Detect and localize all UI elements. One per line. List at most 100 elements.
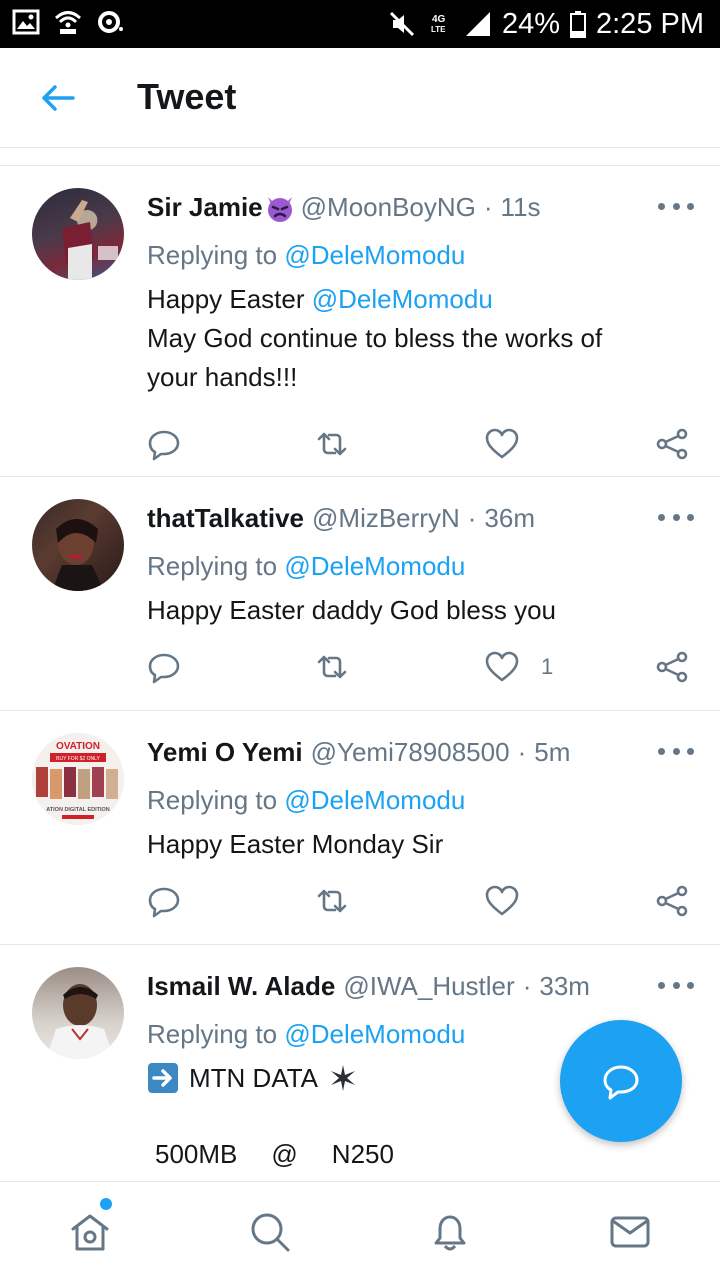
- compose-reply-button[interactable]: [560, 1020, 682, 1142]
- reply-icon: [148, 887, 180, 918]
- more-options-button[interactable]: [658, 741, 694, 761]
- notifications-icon: [434, 1215, 466, 1251]
- tweet-text-segment: Happy Easter: [147, 284, 312, 314]
- replying-to-label: Replying to: [147, 240, 285, 270]
- right-arrow-emoji: [148, 1063, 178, 1093]
- replying-to-mention[interactable]: @DeleMomodu: [284, 240, 465, 270]
- replying-to-mention[interactable]: @DeleMomodu: [284, 785, 465, 815]
- home-icon: [71, 1214, 109, 1251]
- display-name[interactable]: Yemi O Yemi: [147, 737, 303, 768]
- retweet-button[interactable]: [315, 424, 349, 464]
- more-options-button[interactable]: [658, 975, 694, 995]
- share-icon: [656, 428, 688, 460]
- separator-dot: ·: [517, 737, 527, 767]
- heart-icon: [485, 428, 519, 459]
- nav-notifications[interactable]: [428, 1210, 472, 1254]
- avatar-brand-text: OVATION: [56, 741, 100, 752]
- tweet[interactable]: OVATION BUY FOR $2 ONLY ATION DIGITAL ED…: [0, 711, 720, 945]
- like-button[interactable]: [485, 424, 541, 464]
- avatar-photo: [46, 984, 114, 1059]
- nav-home[interactable]: [68, 1210, 112, 1254]
- more-dot-icon: [687, 747, 694, 755]
- retweet-button[interactable]: [315, 881, 349, 921]
- share-icon: [656, 651, 688, 683]
- share-button[interactable]: [655, 881, 689, 921]
- user-handle[interactable]: @MizBerryN: [312, 503, 460, 534]
- avatar[interactable]: [32, 967, 124, 1059]
- avatar-photo: [62, 200, 118, 280]
- more-dot-icon: [672, 981, 680, 989]
- home-notification-dot: [100, 1198, 112, 1210]
- avatar[interactable]: [32, 499, 124, 591]
- replying-to-label: Replying to: [147, 551, 285, 581]
- nav-search[interactable]: [248, 1210, 292, 1254]
- feed-top-divider: [0, 148, 720, 166]
- user-handle[interactable]: @MoonBoyNG: [301, 192, 476, 223]
- angry-devil-emoji: [267, 196, 292, 222]
- tweet[interactable]: Sir Jamie @MoonBoyNG · 11s Replying to @…: [0, 166, 720, 477]
- separator-dot: ·: [483, 192, 493, 222]
- more-dot-icon: [658, 747, 665, 755]
- retweet-icon: [317, 889, 347, 913]
- gallery-icon: [12, 9, 40, 35]
- back-button[interactable]: [36, 78, 80, 118]
- user-handle[interactable]: @IWA_Hustler: [343, 971, 514, 1002]
- tweet-header: Ismail W. Alade @IWA_Hustler · 33m: [147, 971, 590, 1002]
- replying-to-label: Replying to: [147, 1019, 285, 1049]
- timestamp: 36m: [484, 503, 535, 533]
- timestamp: 33m: [539, 971, 590, 1001]
- nav-messages[interactable]: [608, 1210, 652, 1254]
- replying-to-mention[interactable]: @DeleMomodu: [284, 1019, 465, 1049]
- mute-icon: [389, 11, 415, 37]
- separator-dot: ·: [522, 971, 532, 1001]
- page-title: Tweet: [137, 76, 237, 117]
- more-dot-icon: [658, 202, 665, 210]
- signal-icon: [465, 12, 490, 36]
- user-handle[interactable]: @Yemi78908500: [311, 737, 510, 768]
- reply-button[interactable]: [147, 881, 181, 921]
- status-bar-right: 4G LTE 24% 2:25 PM: [388, 0, 704, 48]
- avatar[interactable]: OVATION BUY FOR $2 ONLY ATION DIGITAL ED…: [32, 733, 124, 825]
- reply-icon: [148, 430, 180, 461]
- like-button[interactable]: 1: [485, 647, 553, 687]
- avatar[interactable]: [32, 188, 124, 280]
- more-options-button[interactable]: [658, 196, 694, 216]
- tweet-actions: 1: [147, 647, 692, 687]
- reply-button[interactable]: [147, 424, 181, 464]
- tweet-text-line: Happy Easter Monday Sir: [147, 829, 444, 859]
- reply-button[interactable]: [147, 647, 181, 687]
- tweet-text-segment: 500MB: [155, 1139, 238, 1169]
- more-dot-icon: [672, 513, 680, 521]
- heart-icon: [485, 651, 519, 682]
- search-icon: [251, 1213, 290, 1252]
- tweet[interactable]: thatTalkative @MizBerryN · 36m Replying …: [0, 477, 720, 711]
- like-button[interactable]: [485, 881, 541, 921]
- more-dot-icon: [672, 747, 680, 755]
- display-name[interactable]: Sir Jamie: [147, 192, 263, 223]
- share-button[interactable]: [655, 647, 689, 687]
- timestamp: 5m: [534, 737, 571, 767]
- more-options-button[interactable]: [658, 507, 694, 527]
- sync-icon: [98, 11, 123, 33]
- eight-pointed-star-emoji: [331, 1065, 356, 1091]
- tweet-mention[interactable]: @DeleMomodu: [312, 284, 493, 314]
- display-name[interactable]: thatTalkative: [147, 503, 304, 534]
- replying-to: Replying to @DeleMomodu: [147, 551, 465, 582]
- share-button[interactable]: [655, 424, 689, 464]
- tweet-text-line: May God continue to bless the works of: [147, 323, 603, 353]
- retweet-button[interactable]: [315, 647, 349, 687]
- svg-text:4G: 4G: [432, 14, 446, 25]
- display-name[interactable]: Ismail W. Alade: [147, 971, 335, 1002]
- retweet-icon: [317, 432, 347, 456]
- more-dot-icon: [658, 981, 665, 989]
- svg-text:LTE: LTE: [431, 25, 446, 34]
- status-bar-left-icons: [12, 8, 124, 36]
- more-dot-icon: [687, 202, 694, 210]
- battery-icon: [570, 11, 586, 38]
- messages-icon: [610, 1216, 650, 1248]
- replying-to-mention[interactable]: @DeleMomodu: [284, 551, 465, 581]
- tweet-header: Sir Jamie @MoonBoyNG · 11s: [147, 192, 541, 223]
- heart-icon: [485, 885, 519, 916]
- arrow-left-icon: [42, 85, 75, 111]
- tweet-actions: [147, 881, 692, 921]
